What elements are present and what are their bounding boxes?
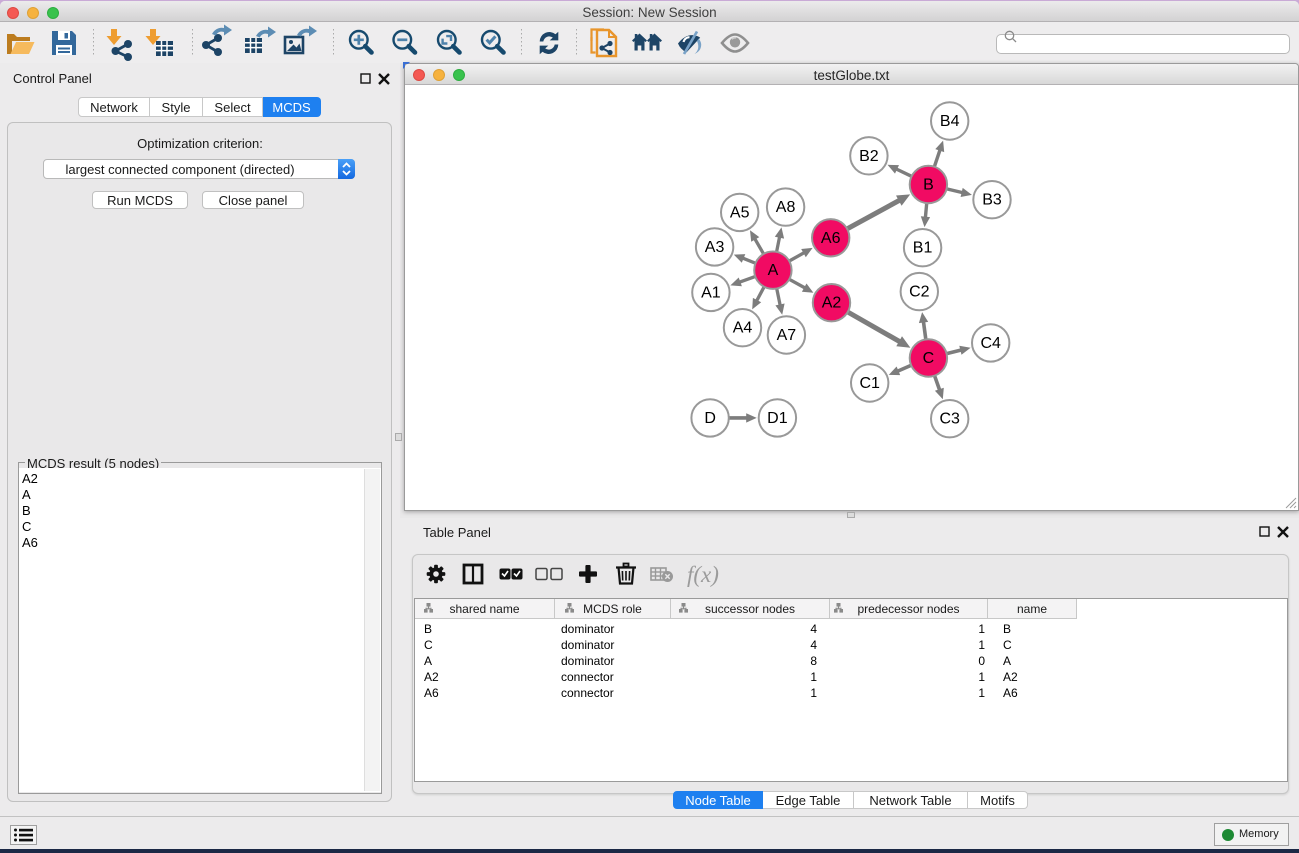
svg-text:C3: C3 (939, 411, 960, 428)
svg-text:A2: A2 (822, 295, 842, 312)
svg-text:D1: D1 (767, 410, 788, 427)
svg-text:f(x): f(x) (687, 562, 719, 587)
svg-text:C: C (923, 350, 935, 367)
svg-text:C2: C2 (909, 284, 930, 301)
svg-text:A5: A5 (730, 204, 750, 221)
svg-text:A7: A7 (777, 327, 797, 344)
svg-text:A8: A8 (776, 199, 796, 216)
svg-text:A1: A1 (701, 284, 721, 301)
svg-text:B: B (923, 177, 934, 194)
svg-text:C4: C4 (980, 335, 1001, 352)
svg-text:B4: B4 (940, 113, 960, 130)
svg-text:C1: C1 (859, 375, 880, 392)
svg-text:D: D (704, 410, 716, 427)
svg-text:A3: A3 (705, 239, 725, 256)
svg-text:B2: B2 (859, 148, 879, 165)
svg-text:A4: A4 (733, 320, 753, 337)
svg-text:A: A (768, 262, 779, 279)
svg-text:B1: B1 (913, 240, 933, 257)
svg-text:A6: A6 (821, 230, 841, 247)
svg-text:B3: B3 (982, 192, 1002, 209)
